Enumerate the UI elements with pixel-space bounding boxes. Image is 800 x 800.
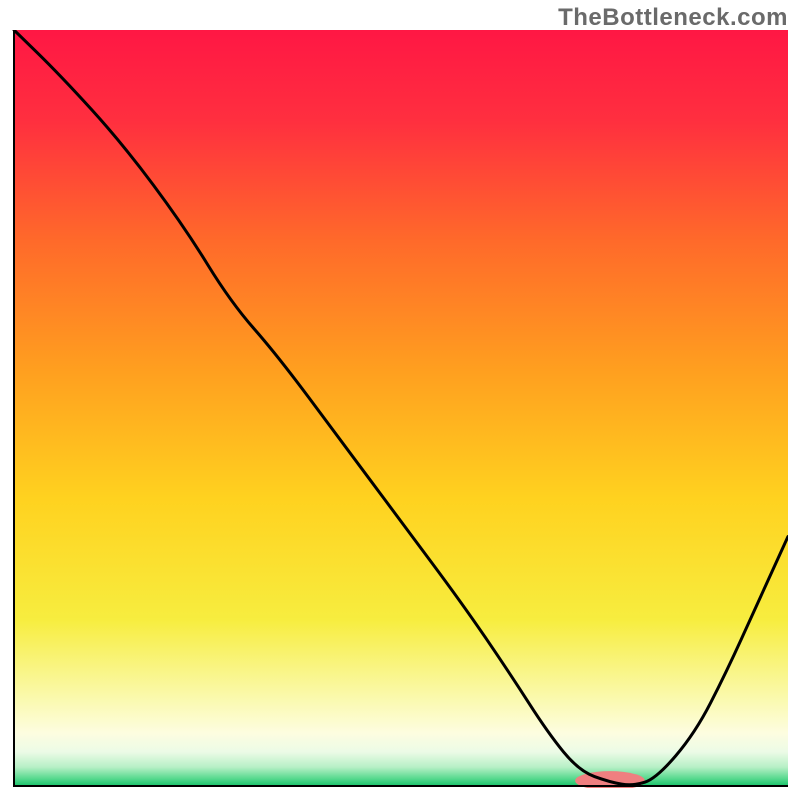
chart-svg: [12, 30, 788, 788]
plot-frame: [12, 30, 788, 788]
chart-root: TheBottleneck.com: [0, 0, 800, 800]
gradient-area: [14, 30, 788, 786]
watermark-label: TheBottleneck.com: [558, 4, 788, 32]
